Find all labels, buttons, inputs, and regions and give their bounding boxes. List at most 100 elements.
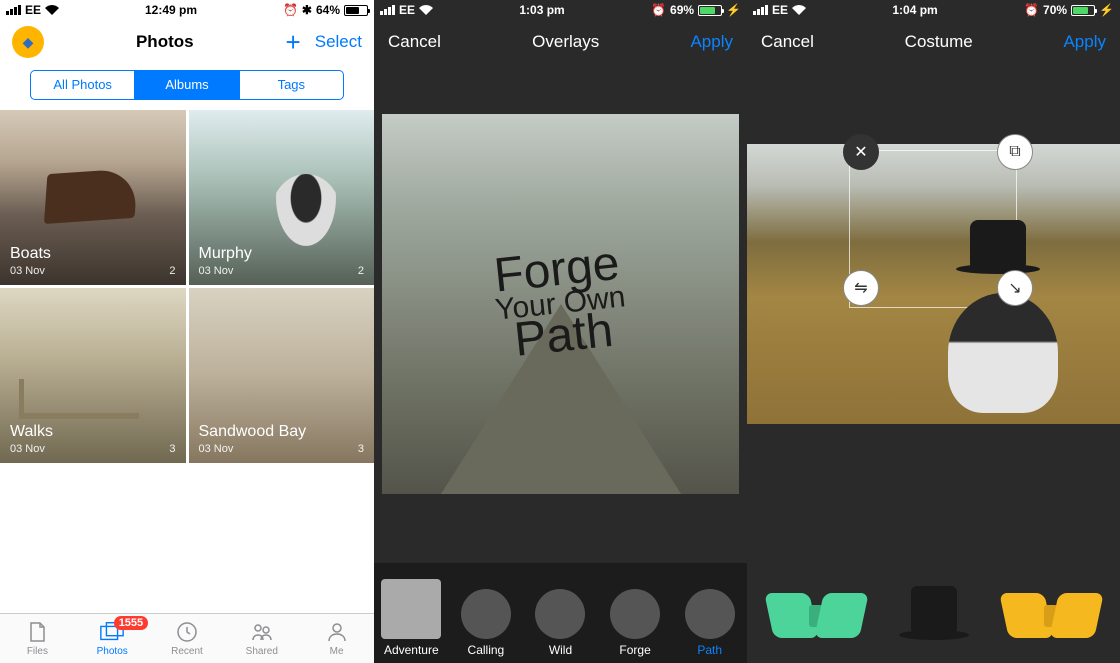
preview-image[interactable]: Forge Your Own Path <box>382 114 739 494</box>
album-thumbnail <box>19 379 139 419</box>
premium-icon[interactable]: ◆ <box>12 26 44 58</box>
album-count: 2 <box>169 265 175 277</box>
alarm-icon: ⏰ <box>651 3 666 17</box>
add-button[interactable]: + <box>286 27 301 58</box>
shared-icon <box>249 620 275 644</box>
overlay-thumbnails[interactable]: Adventure Calling Wild Forge Path <box>374 563 747 663</box>
thumb-label: Path <box>697 643 722 657</box>
tab-files[interactable]: Files <box>0 614 75 663</box>
album-walks[interactable]: Walks 03 Nov 3 <box>0 288 186 463</box>
status-bar: EE 12:49 pm ⏰ ✱ 64% <box>0 0 374 20</box>
status-bar: EE 1:04 pm ⏰ 70% ⚡ <box>747 0 1120 20</box>
clock: 1:03 pm <box>519 3 564 17</box>
wifi-icon <box>45 5 59 15</box>
album-name: Walks <box>10 423 176 441</box>
charging-icon: ⚡ <box>1099 3 1114 17</box>
signal-icon <box>380 5 395 15</box>
header: ◆ Photos + Select <box>0 20 374 64</box>
album-murphy[interactable]: Murphy 03 Nov2 <box>189 110 375 285</box>
wifi-icon <box>419 5 433 15</box>
tab-label: Photos <box>97 646 128 657</box>
status-bar: EE 1:03 pm ⏰ 69% ⚡ <box>374 0 747 20</box>
cancel-button[interactable]: Cancel <box>388 32 441 52</box>
alarm-icon: ⏰ <box>283 3 298 17</box>
tab-me[interactable]: Me <box>299 614 374 663</box>
album-count: 3 <box>358 443 364 455</box>
tab-shared[interactable]: Shared <box>224 614 299 663</box>
album-boats[interactable]: Boats 03 Nov 2 <box>0 110 186 285</box>
carrier-label: EE <box>25 3 41 17</box>
segmented-control: All Photos Albums Tags <box>30 70 344 100</box>
battery-icon <box>1071 5 1095 16</box>
carrier-label: EE <box>772 3 788 17</box>
signal-icon <box>6 5 21 15</box>
segment-all-photos[interactable]: All Photos <box>31 71 134 99</box>
apply-button[interactable]: Apply <box>690 32 733 52</box>
top-hat-overlay[interactable] <box>970 220 1026 268</box>
thumb-label: Adventure <box>384 643 439 657</box>
bluetooth-icon: ✱ <box>302 3 312 17</box>
tab-label: Shared <box>246 646 278 657</box>
clock: 12:49 pm <box>145 3 197 17</box>
thumb-calling[interactable]: Calling <box>449 589 524 657</box>
resize-handle[interactable]: ↘ <box>997 270 1033 306</box>
tab-label: Me <box>330 646 344 657</box>
tab-photos[interactable]: 1555 Photos <box>75 614 150 663</box>
nav-bar: Cancel Costume Apply <box>747 20 1120 64</box>
thumb-path[interactable]: Path <box>672 589 747 657</box>
tab-bar: Files 1555 Photos Recent Shared Me <box>0 613 374 663</box>
thumb-preview <box>610 589 660 639</box>
tab-label: Files <box>27 646 48 657</box>
battery-icon <box>344 5 368 16</box>
album-grid: Boats 03 Nov 2 Murphy 03 Nov2 Walks 03 No… <box>0 110 374 463</box>
select-button[interactable]: Select <box>315 32 362 52</box>
close-handle[interactable]: ✕ <box>843 134 879 170</box>
person-icon <box>324 620 350 644</box>
overlay-text: Forge Your Own Path <box>490 244 631 364</box>
album-date: 03 Nov <box>10 443 45 455</box>
album-thumbnail <box>44 168 138 224</box>
thumb-adventure[interactable]: Adventure <box>374 579 449 657</box>
item-top-hat[interactable] <box>899 586 969 646</box>
album-count: 3 <box>169 443 175 455</box>
screen-title: Costume <box>905 32 973 52</box>
alarm-icon: ⏰ <box>1024 3 1039 17</box>
thumb-label: Wild <box>549 643 572 657</box>
carrier-label: EE <box>399 3 415 17</box>
tab-recent[interactable]: Recent <box>150 614 225 663</box>
segment-tags[interactable]: Tags <box>239 71 343 99</box>
item-bowtie-yellow[interactable] <box>1004 593 1099 638</box>
overlay-line3: Path <box>497 310 631 364</box>
cancel-button[interactable]: Cancel <box>761 32 814 52</box>
segment-albums[interactable]: Albums <box>134 71 238 99</box>
apply-button[interactable]: Apply <box>1063 32 1106 52</box>
duplicate-handle[interactable]: ⧉ <box>997 134 1033 170</box>
tab-label: Recent <box>171 646 203 657</box>
album-sandwood[interactable]: Sandwood Bay 03 Nov3 <box>189 288 375 463</box>
clock-icon <box>174 620 200 644</box>
photos-screen: EE 12:49 pm ⏰ ✱ 64% ◆ Photos + Select Al… <box>0 0 374 663</box>
thumb-label: Calling <box>468 643 505 657</box>
flip-handle[interactable]: ⇋ <box>843 270 879 306</box>
album-date: 03 Nov <box>10 265 45 277</box>
charging-icon: ⚡ <box>726 3 741 17</box>
album-name: Boats <box>10 245 176 263</box>
preview-image[interactable]: ✕ ⧉ ⇋ ↘ <box>747 144 1120 424</box>
screen-title: Overlays <box>532 32 599 52</box>
battery-pct: 64% <box>316 3 340 17</box>
item-bowtie-green[interactable] <box>769 593 864 638</box>
battery-icon <box>698 5 722 16</box>
thumb-forge[interactable]: Forge <box>598 589 673 657</box>
thumb-wild[interactable]: Wild <box>523 589 598 657</box>
costume-items[interactable] <box>747 568 1120 663</box>
page-title: Photos <box>136 32 194 52</box>
thumb-preview <box>535 589 585 639</box>
file-icon <box>24 620 50 644</box>
costume-screen: EE 1:04 pm ⏰ 70% ⚡ Cancel Costume Apply … <box>747 0 1120 663</box>
album-count: 2 <box>358 265 364 277</box>
album-thumbnail <box>271 174 341 254</box>
battery-pct: 70% <box>1043 3 1067 17</box>
thumb-preview <box>461 589 511 639</box>
wifi-icon <box>792 5 806 15</box>
album-date: 03 Nov <box>199 443 234 455</box>
